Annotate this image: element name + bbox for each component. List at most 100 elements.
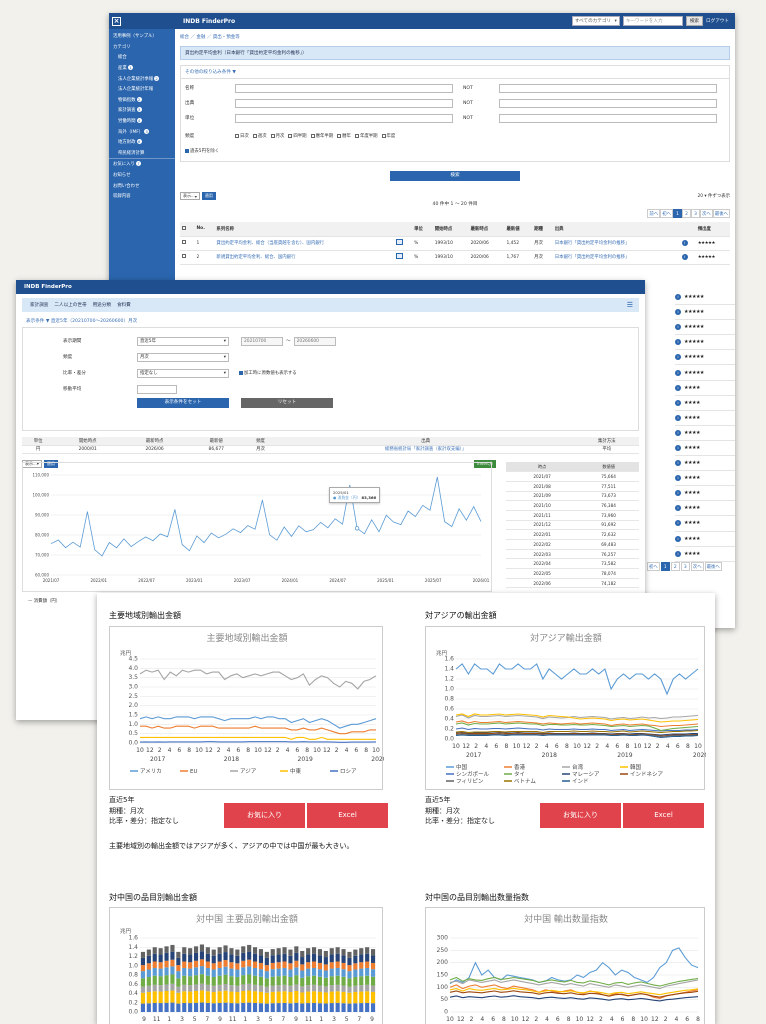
name-input[interactable] xyxy=(235,83,453,93)
chart-icon[interactable] xyxy=(396,253,404,259)
page-link[interactable]: 次へ xyxy=(700,209,713,218)
filter-toggle[interactable]: その他の絞り込み条件 ▼ xyxy=(181,66,729,79)
sidebar-item[interactable]: 総合 xyxy=(109,52,175,63)
series-name-link[interactable]: 貸出約定平均金利、総合（当座貸越を含む）、国内銀行 xyxy=(214,236,395,251)
row-checkbox[interactable] xyxy=(180,250,195,265)
moving-average-input[interactable] xyxy=(137,384,177,394)
source-not-input[interactable] xyxy=(499,98,717,108)
frequency-checkbox[interactable]: 年度 xyxy=(381,133,395,139)
sidebar-item[interactable]: 家計調査 3 xyxy=(109,105,175,116)
breadcrumb[interactable]: 総合 ／ 金融 ／ 貸出・預金等 xyxy=(180,34,730,40)
sidebar-item[interactable]: 物価指数 2 xyxy=(109,95,175,106)
info-icon[interactable]: i xyxy=(675,414,681,421)
info-icon[interactable]: i xyxy=(675,429,681,436)
page-link[interactable]: 次へ xyxy=(690,562,704,571)
ratio-select[interactable]: 指定なし ▾ xyxy=(137,368,229,378)
frequency-checkbox[interactable]: 暦年半期 xyxy=(310,133,333,139)
page-link[interactable]: 1 xyxy=(673,209,683,218)
per-page-select[interactable]: 20 ▾ 件ずつ表示 xyxy=(697,193,730,199)
page-link[interactable]: 前へ xyxy=(647,209,661,218)
name-not-input[interactable] xyxy=(499,83,717,93)
select-all-checkbox[interactable] xyxy=(180,222,195,237)
date-from-input[interactable]: 20210700 xyxy=(241,336,283,346)
info-icon[interactable]: i xyxy=(675,460,681,467)
page-link[interactable]: 最後へ xyxy=(712,209,730,218)
favorite-button[interactable]: お気に入り xyxy=(224,803,305,828)
sidebar-item[interactable]: お問い合わせ xyxy=(109,180,175,191)
info-icon[interactable]: i xyxy=(675,369,681,376)
info-icon[interactable]: i xyxy=(675,520,681,527)
source-input[interactable] xyxy=(235,98,453,108)
source-link[interactable]: 総務省統計局「家計調査（家計収支編）」 xyxy=(276,445,575,454)
sidebar-item[interactable]: 活用事例（サンプル） xyxy=(109,31,175,42)
sidebar-item[interactable]: 労働時間 4 xyxy=(109,116,175,127)
period-select[interactable]: 直近5年 ▾ xyxy=(137,336,229,346)
keyword-input[interactable]: キーワードを入力 xyxy=(622,16,683,26)
info-icon[interactable]: i xyxy=(675,505,681,512)
frequency-select[interactable]: 月次 ▾ xyxy=(137,352,229,362)
frequency-checkbox[interactable]: 日次 xyxy=(235,133,249,139)
page-link[interactable]: 初へ xyxy=(660,209,674,218)
page-link[interactable]: 最後へ xyxy=(704,562,722,571)
sidebar-item[interactable]: 収録内容 xyxy=(109,191,175,202)
page-link[interactable]: 3 xyxy=(691,209,701,218)
source-link[interactable]: 日本銀行「貸出約定平均金利の推移」 xyxy=(552,236,680,251)
unit-input[interactable] xyxy=(235,113,453,123)
table-row[interactable]: 1 貸出約定平均金利、総合（当座貸越を含む）、国内銀行% 1993/10 2020/0… xyxy=(180,236,730,251)
sidebar-item[interactable]: 海外（IMF） 5 xyxy=(109,126,175,137)
info-icon[interactable]: i xyxy=(675,324,681,331)
nav-item[interactable]: 家計調査 xyxy=(30,302,48,308)
frequency-checkbox[interactable]: 四半期 xyxy=(288,133,307,139)
page-link[interactable]: 2 xyxy=(682,209,692,218)
page-link[interactable]: 初へ xyxy=(647,562,660,571)
sidebar-item[interactable]: 産業 1 xyxy=(109,63,175,74)
page-link[interactable]: 2 xyxy=(670,562,680,571)
logout-link[interactable]: ログアウト xyxy=(706,18,729,24)
bulk-action-select[interactable]: 表示... ▾ xyxy=(180,192,200,200)
apply-conditions-button[interactable]: 表示条件をセット xyxy=(137,398,229,408)
info-icon[interactable]: i xyxy=(675,384,681,391)
sidebar-item[interactable]: お知らせ xyxy=(109,170,175,181)
row-checkbox[interactable] xyxy=(180,236,195,251)
info-icon[interactable]: i xyxy=(675,309,681,316)
bulk-apply-button[interactable]: 適用 xyxy=(201,192,216,200)
excel-button[interactable]: Excel xyxy=(307,803,388,828)
show-original-checkbox[interactable]: 加工時に原数値も表示する xyxy=(239,370,297,376)
info-icon[interactable]: i xyxy=(675,294,681,301)
display-condition-toggle[interactable]: 表示条件 ▼ 直近5年（20210700～20260600）月次 xyxy=(16,312,645,327)
date-to-input[interactable]: 20260600 xyxy=(293,336,336,346)
nav-item[interactable]: 二人以上の世帯 xyxy=(54,302,86,308)
info-icon[interactable]: i xyxy=(675,475,681,482)
sidebar-item[interactable]: 法人企業統計季報 2 xyxy=(109,73,175,84)
frequency-checkbox[interactable]: 週次 xyxy=(252,133,267,139)
nav-item[interactable]: 用途分類 xyxy=(93,302,111,308)
unit-not-input[interactable] xyxy=(499,113,717,123)
series-name-link[interactable]: 新規貸出約定平均金利、総合、国内銀行 xyxy=(214,250,395,265)
menu-icon[interactable]: ☰ xyxy=(627,301,633,309)
nav-item[interactable]: 食料費 xyxy=(117,302,131,308)
table-row[interactable]: 2 新規貸出約定平均金利、総合、国内銀行% 1993/10 2020/06 1,767 月… xyxy=(180,250,730,265)
info-icon[interactable]: i xyxy=(675,550,681,557)
sidebar-item[interactable]: カテゴリ xyxy=(109,42,175,53)
favorite-button[interactable]: お気に入り xyxy=(540,803,621,828)
search-button[interactable]: 検索 xyxy=(390,171,520,181)
frequency-checkbox[interactable]: 暦年 xyxy=(337,133,351,139)
exclude-checkbox[interactable]: 過去5円を除く xyxy=(185,148,219,154)
page-link[interactable]: 1 xyxy=(660,562,670,571)
info-icon[interactable]: i xyxy=(675,490,681,497)
info-icon[interactable]: i xyxy=(675,444,681,451)
sidebar-item[interactable]: 法人企業統計年報 xyxy=(109,84,175,95)
sidebar-item[interactable]: お気に入り 7 xyxy=(109,158,175,170)
frequency-checkbox[interactable]: 月次 xyxy=(270,133,284,139)
category-select[interactable]: すべてのカテゴリ ▾ xyxy=(571,16,620,26)
page-link[interactable]: 3 xyxy=(680,562,690,571)
sidebar-item[interactable]: 県民経済計算 xyxy=(109,148,175,159)
reset-button[interactable]: リセット xyxy=(241,398,333,408)
info-icon[interactable]: i xyxy=(681,240,688,246)
excel-button[interactable]: Excel xyxy=(623,803,704,828)
top-search-button[interactable]: 検索 xyxy=(685,16,704,26)
info-icon[interactable]: i xyxy=(675,339,681,346)
info-icon[interactable]: i xyxy=(675,399,681,406)
close-icon[interactable]: × xyxy=(112,16,121,26)
source-link[interactable]: 日本銀行「貸出約定平均金利の推移」 xyxy=(552,250,680,265)
